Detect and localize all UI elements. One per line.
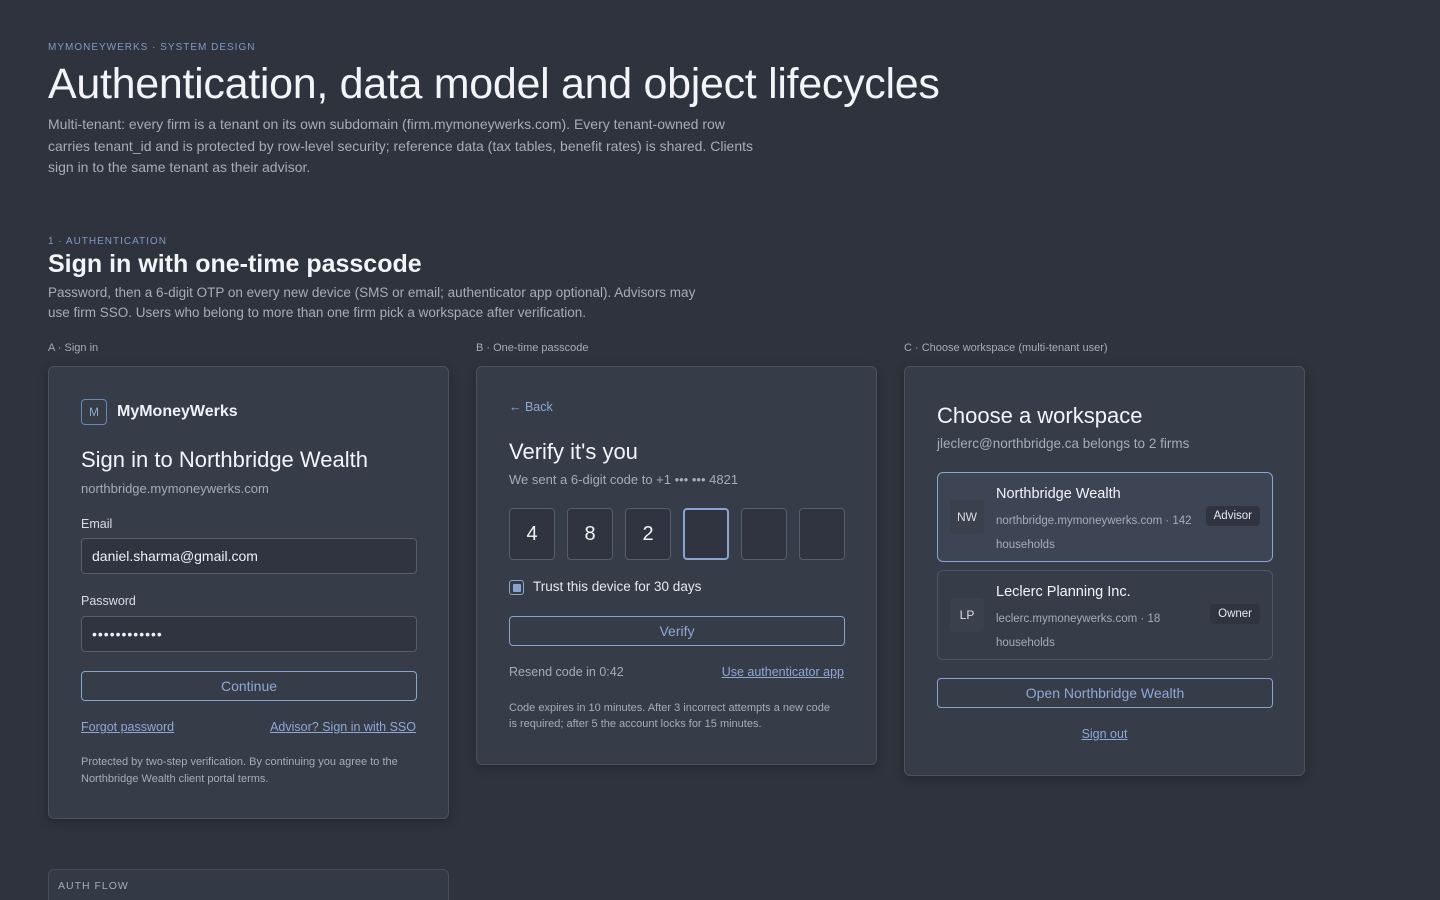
otp-digit-4[interactable] xyxy=(683,508,729,560)
workspace-meta: northbridge.mymoneywerks.com · 142 house… xyxy=(996,515,1192,551)
workspace-title: Choose a workspace xyxy=(937,403,1143,428)
tenant-subdomain: northbridge.mymoneywerks.com xyxy=(81,481,269,496)
avatar: LP xyxy=(950,598,984,632)
otp-subtitle: We sent a 6-digit code to +1 ••• ••• 482… xyxy=(509,472,739,487)
section-description: Password, then a 6-digit OTP on every ne… xyxy=(48,285,696,320)
trust-device-checkbox[interactable] xyxy=(509,580,524,595)
sign-in-footer-note: Protected by two-step verification. By c… xyxy=(81,756,398,785)
sign-out-link[interactable]: Sign out xyxy=(905,727,1304,741)
otp-digit-5[interactable] xyxy=(741,508,787,560)
password-field[interactable]: •••••••••••• xyxy=(81,616,417,652)
page-title: Authentication, data model and object li… xyxy=(48,60,940,108)
verify-button[interactable]: Verify xyxy=(509,616,845,646)
otp-digit-2[interactable]: 8 xyxy=(567,508,613,560)
trust-device-label: Trust this device for 30 days xyxy=(533,579,702,594)
password-label: Password xyxy=(81,594,136,608)
continue-button[interactable]: Continue xyxy=(81,671,417,701)
resend-countdown: Resend code in 0:42 xyxy=(509,665,624,679)
otp-title: Verify it's you xyxy=(509,439,638,464)
avatar: NW xyxy=(950,500,984,534)
email-field[interactable]: daniel.sharma@gmail.com xyxy=(81,538,417,574)
page-eyebrow: MYMONEYWERKS · SYSTEM DESIGN xyxy=(48,42,256,53)
otp-digit-1[interactable]: 4 xyxy=(509,508,555,560)
workspace-option-northbridge[interactable]: NW Northbridge Wealth northbridge.mymone… xyxy=(937,472,1273,562)
otp-card: ← Back Verify it's you We sent a 6-digit… xyxy=(476,366,877,765)
email-label: Email xyxy=(81,517,113,531)
brand-logo-icon: M xyxy=(81,399,107,425)
auth-flow-label: AUTH FLOW xyxy=(58,880,129,892)
back-link[interactable]: ← Back xyxy=(509,400,553,414)
brand-name: MyMoneyWerks xyxy=(117,403,238,420)
sso-sign-in-link[interactable]: Advisor? Sign in with SSO xyxy=(270,720,416,734)
open-workspace-button[interactable]: Open Northbridge Wealth xyxy=(937,678,1273,708)
workspace-option-leclerc[interactable]: LP Leclerc Planning Inc. leclerc.mymoney… xyxy=(937,570,1273,660)
panel-b-caption: B · One-time passcode xyxy=(476,342,589,354)
workspace-name: Leclerc Planning Inc. xyxy=(996,584,1131,600)
otp-input-row: 4 8 2 xyxy=(509,508,845,560)
workspace-card: Choose a workspace jleclerc@northbridge.… xyxy=(904,366,1305,776)
section-title: Sign in with one-time passcode xyxy=(48,250,422,278)
sign-in-card: M MyMoneyWerks Sign in to Northbridge We… xyxy=(48,366,449,819)
brand: M MyMoneyWerks xyxy=(81,399,238,425)
sign-in-title: Sign in to Northbridge Wealth xyxy=(81,447,368,472)
workspace-subtitle: jleclerc@northbridge.ca belongs to 2 fir… xyxy=(937,436,1190,451)
panel-a-caption: A · Sign in xyxy=(48,342,99,354)
role-badge: Owner xyxy=(1210,604,1260,624)
otp-digit-6[interactable] xyxy=(799,508,845,560)
section-eyebrow: 1 · AUTHENTICATION xyxy=(48,236,167,247)
panel-c-caption: C · Choose workspace (multi-tenant user) xyxy=(904,342,1108,354)
workspace-meta: leclerc.mymoneywerks.com · 18 households xyxy=(996,613,1161,649)
otp-digit-3[interactable]: 2 xyxy=(625,508,671,560)
workspace-name: Northbridge Wealth xyxy=(996,486,1121,502)
auth-flow-panel: AUTH FLOW xyxy=(48,869,449,900)
authenticator-app-link[interactable]: Use authenticator app xyxy=(722,665,844,679)
forgot-password-link[interactable]: Forgot password xyxy=(81,720,174,734)
role-badge: Advisor xyxy=(1205,506,1260,526)
otp-footer-note: Code expires in 10 minutes. After 3 inco… xyxy=(509,702,830,730)
page-description: Multi-tenant: every firm is a tenant on … xyxy=(48,116,754,175)
